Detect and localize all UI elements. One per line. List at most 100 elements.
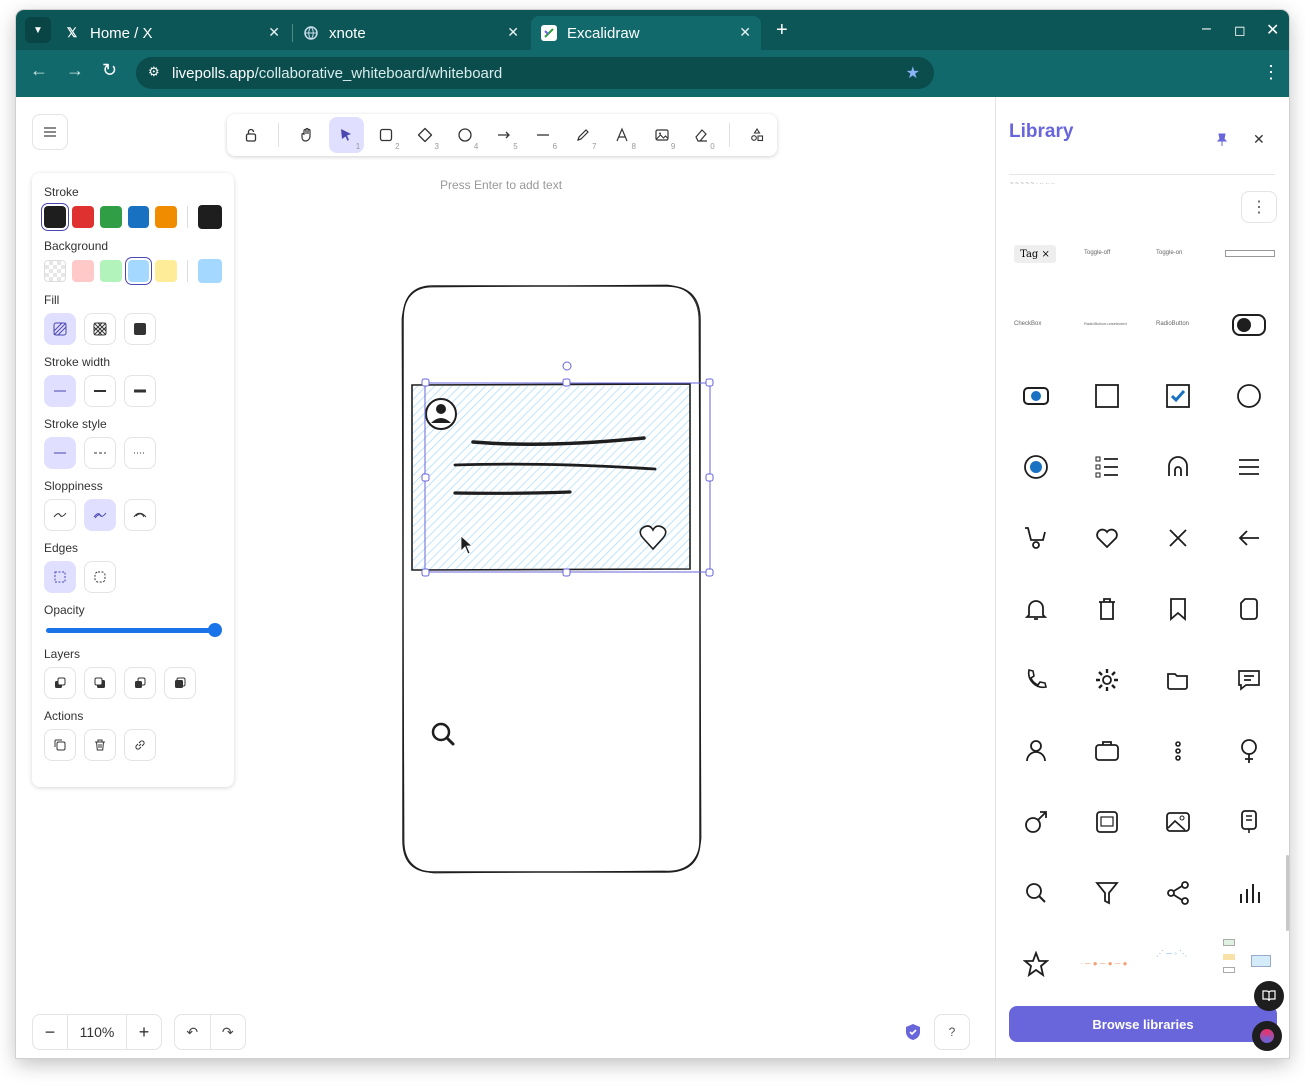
- sloppiness-artist[interactable]: [84, 499, 116, 531]
- tab-home-x[interactable]: 𝕏 Home / X ✕: [54, 16, 290, 50]
- stroke-width-thin[interactable]: [44, 375, 76, 407]
- fill-cross-hatch-button[interactable]: [84, 313, 116, 345]
- background-transparent[interactable]: [44, 260, 66, 282]
- library-item-menu[interactable]: [1229, 447, 1269, 487]
- tab-excalidraw[interactable]: Excalidraw ✕: [531, 16, 761, 50]
- library-item-home[interactable]: [1158, 447, 1198, 487]
- rotate-handle[interactable]: [562, 361, 572, 371]
- line-tool[interactable]: 6: [526, 117, 561, 153]
- resize-handle[interactable]: [421, 378, 430, 387]
- library-item-document[interactable]: [1229, 589, 1269, 629]
- send-to-back-button[interactable]: [44, 667, 76, 699]
- fill-solid-button[interactable]: [124, 313, 156, 345]
- bring-to-front-button[interactable]: [164, 667, 196, 699]
- new-tab-button[interactable]: +: [776, 19, 788, 42]
- main-menu-button[interactable]: [32, 114, 68, 150]
- send-backward-button[interactable]: [84, 667, 116, 699]
- library-menu-button[interactable]: ⋮: [1241, 191, 1277, 223]
- library-item-circle[interactable]: [1229, 376, 1269, 416]
- library-item-sketch-preview[interactable]: ~ ~ ~ ~ ~ · ·· ·· ··: [1010, 181, 1055, 187]
- help-button[interactable]: ?: [934, 1014, 970, 1050]
- edges-round[interactable]: [84, 561, 116, 593]
- book-float-button[interactable]: [1254, 981, 1284, 1011]
- background-color-yellow[interactable]: [155, 260, 178, 282]
- close-window-icon[interactable]: ✕: [1266, 20, 1279, 40]
- library-item-tag[interactable]: Tag ×: [1014, 245, 1056, 263]
- library-item-checkbox[interactable]: CheckBox: [1014, 321, 1041, 327]
- library-item-search[interactable]: [1016, 873, 1056, 913]
- pin-icon[interactable]: [1216, 133, 1228, 147]
- shield-icon[interactable]: [905, 1023, 921, 1041]
- delete-button[interactable]: [84, 729, 116, 761]
- opacity-knob[interactable]: [208, 623, 222, 637]
- stroke-width-bold[interactable]: [84, 375, 116, 407]
- library-item-toggle-off[interactable]: Toggle-off: [1084, 250, 1110, 256]
- library-item-image[interactable]: [1158, 802, 1198, 842]
- site-info-icon[interactable]: ⚙: [148, 64, 160, 80]
- edges-sharp[interactable]: [44, 561, 76, 593]
- more-tools-button[interactable]: [740, 117, 775, 153]
- forward-icon[interactable]: →: [66, 60, 84, 81]
- ellipse-tool[interactable]: 4: [447, 117, 482, 153]
- close-tab-icon[interactable]: ✕: [507, 24, 519, 41]
- library-item-female[interactable]: [1229, 731, 1269, 771]
- sloppiness-architect[interactable]: [44, 499, 76, 531]
- sloppiness-cartoonist[interactable]: [124, 499, 156, 531]
- link-button[interactable]: [124, 729, 156, 761]
- maximize-icon[interactable]: ◻: [1234, 22, 1246, 39]
- resize-handle[interactable]: [562, 568, 571, 577]
- library-item-checked-box[interactable]: [1158, 376, 1198, 416]
- library-item-square[interactable]: [1087, 376, 1127, 416]
- minimize-icon[interactable]: –: [1202, 20, 1211, 38]
- library-item-diagram-preview[interactable]: [1221, 939, 1273, 983]
- library-item-toggle-on[interactable]: Toggle-on: [1156, 250, 1182, 256]
- excalidraw-canvas[interactable]: 1 2 3 4 5 6 7 8 9 0 Press Enter to add t…: [16, 97, 995, 1058]
- library-item-list[interactable]: [1087, 447, 1127, 487]
- library-item-star[interactable]: [1016, 944, 1056, 984]
- library-item-folder[interactable]: [1158, 660, 1198, 700]
- close-library-icon[interactable]: ✕: [1253, 131, 1265, 148]
- reload-icon[interactable]: ↻: [102, 60, 117, 81]
- zoom-level[interactable]: 110%: [67, 1015, 127, 1049]
- library-item-input[interactable]: [1225, 250, 1275, 257]
- browse-libraries-button[interactable]: Browse libraries: [1009, 1006, 1277, 1042]
- background-color-blue[interactable]: [127, 260, 150, 282]
- diamond-tool[interactable]: 3: [408, 117, 443, 153]
- resize-handle[interactable]: [562, 378, 571, 387]
- background-color-picker[interactable]: [198, 259, 222, 283]
- stroke-color-blue[interactable]: [127, 206, 150, 228]
- url-field[interactable]: ⚙ livepolls.app/collaborative_whiteboard…: [136, 57, 934, 89]
- bookmark-star-icon[interactable]: ★: [906, 63, 920, 83]
- browser-menu-icon[interactable]: ⋮: [1262, 62, 1280, 83]
- resize-handle[interactable]: [421, 473, 430, 482]
- stroke-style-dashed[interactable]: [84, 437, 116, 469]
- library-item-radio-unselected[interactable]: RadioButton-unselected: [1084, 321, 1127, 326]
- library-item-briefcase[interactable]: [1087, 731, 1127, 771]
- library-item-user[interactable]: [1016, 731, 1056, 771]
- library-item-radio[interactable]: RadioButton: [1156, 321, 1189, 327]
- library-item-radio-toggle[interactable]: [1016, 376, 1056, 416]
- library-item-back-arrow[interactable]: [1229, 518, 1269, 558]
- stroke-width-extra-bold[interactable]: [124, 375, 156, 407]
- resize-handle[interactable]: [421, 568, 430, 577]
- library-item-bell[interactable]: [1016, 589, 1056, 629]
- hand-tool[interactable]: [289, 117, 324, 153]
- stroke-color-green[interactable]: [99, 206, 122, 228]
- draw-tool[interactable]: 7: [565, 117, 600, 153]
- stroke-color-picker[interactable]: [198, 205, 223, 229]
- tab-search-button[interactable]: ▼: [25, 17, 51, 43]
- resize-handle[interactable]: [705, 473, 714, 482]
- image-tool[interactable]: 9: [644, 117, 679, 153]
- ai-float-button[interactable]: [1252, 1021, 1282, 1051]
- fill-hachure-button[interactable]: [44, 313, 76, 345]
- text-tool[interactable]: 8: [605, 117, 640, 153]
- stroke-style-dotted[interactable]: [124, 437, 156, 469]
- tab-xnote[interactable]: xnote ✕: [293, 16, 529, 50]
- stroke-style-solid[interactable]: [44, 437, 76, 469]
- selection-tool[interactable]: 1: [328, 117, 365, 153]
- library-item-heart[interactable]: [1087, 518, 1127, 558]
- zoom-out-button[interactable]: −: [33, 1022, 67, 1043]
- close-tab-icon[interactable]: ✕: [268, 24, 280, 41]
- close-tab-icon[interactable]: ✕: [739, 24, 751, 41]
- library-item-flow-preview[interactable]: · ─ ● ─ ● ─ ●: [1080, 959, 1128, 968]
